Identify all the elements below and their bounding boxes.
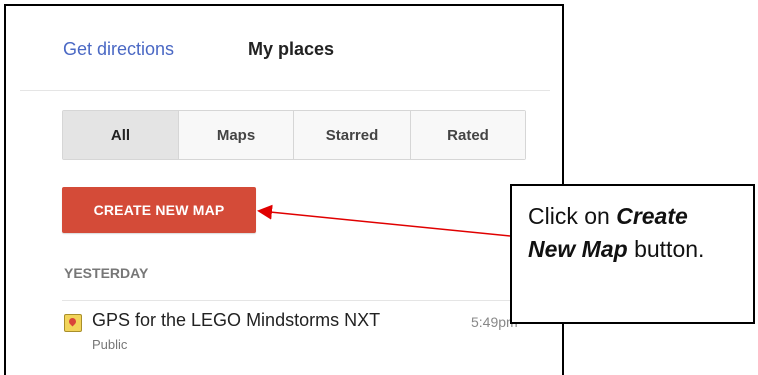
map-item-visibility: Public — [92, 337, 128, 352]
callout-text: Click on Create New Map button. — [528, 200, 737, 267]
section-yesterday-label: YESTERDAY — [64, 265, 149, 281]
create-new-map-button[interactable]: CREATE NEW MAP — [62, 187, 256, 233]
panel-tabs: Get directions My places — [20, 6, 550, 91]
filter-starred-button[interactable]: Starred — [294, 111, 411, 159]
tab-get-directions[interactable]: Get directions — [63, 39, 174, 60]
callout-text-after: button. — [627, 236, 705, 263]
filter-rated-button[interactable]: Rated — [411, 111, 525, 159]
tab-my-places[interactable]: My places — [248, 39, 334, 60]
map-item-title[interactable]: GPS for the LEGO Mindstorms NXT — [92, 310, 380, 331]
callout-text-before: Click on — [528, 203, 617, 229]
instruction-callout: Click on Create New Map button. — [510, 184, 755, 324]
map-icon — [64, 314, 82, 332]
section-divider — [62, 300, 550, 301]
filter-all-button[interactable]: All — [63, 111, 179, 159]
filter-segmented-control: All Maps Starred Rated — [62, 110, 526, 160]
filter-maps-button[interactable]: Maps — [179, 111, 294, 159]
